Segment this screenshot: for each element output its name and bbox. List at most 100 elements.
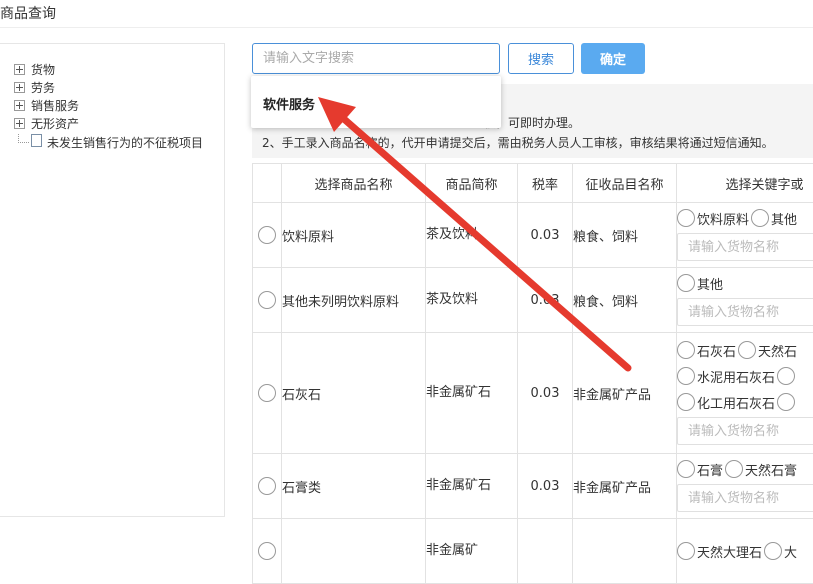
- confirm-button[interactable]: 确定: [581, 43, 645, 74]
- product-name: 其他未列明饮料原料: [282, 268, 426, 333]
- keyword-options: 饮料原料 其他: [677, 205, 813, 231]
- row-select-cell: [253, 454, 282, 519]
- keyword-input[interactable]: [677, 417, 813, 445]
- product-abbr: 非金属矿石: [426, 454, 518, 519]
- expand-icon[interactable]: [14, 64, 25, 75]
- product-name: 石灰石: [282, 333, 426, 454]
- product-name: [282, 519, 426, 584]
- col-header-rate: 税率: [518, 164, 573, 203]
- table-row[interactable]: 其他未列明饮料原料 茶及饮料 0.03 粮食、饲料 其他: [253, 268, 813, 333]
- keyword-radio[interactable]: [738, 341, 756, 359]
- expand-icon[interactable]: [14, 82, 25, 93]
- keyword-options: 天然大理石 大: [677, 538, 813, 564]
- tree-node-intangible[interactable]: 无形资产: [14, 115, 79, 132]
- tree-node-label: 货物: [31, 61, 55, 78]
- table-row[interactable]: 饮料原料 茶及饮料 0.03 粮食、饲料 饮料原料 其他: [253, 203, 813, 268]
- row-select-cell: [253, 203, 282, 268]
- keyword-radio[interactable]: [677, 274, 695, 292]
- title-divider: [0, 27, 813, 28]
- row-select-cell: [253, 333, 282, 454]
- keyword-cell: 其他: [677, 268, 813, 333]
- keyword-cell: 饮料原料 其他: [677, 203, 813, 268]
- tree-node-label: 销售服务: [31, 97, 79, 114]
- keyword-label: 大: [784, 542, 797, 561]
- row-select-cell: [253, 268, 282, 333]
- keyword-radio[interactable]: [677, 209, 695, 227]
- keyword-label: 其他: [697, 274, 723, 293]
- category-name: 粮食、饲料: [573, 268, 677, 333]
- keyword-radio[interactable]: [751, 209, 769, 227]
- keyword-input[interactable]: [677, 484, 813, 512]
- keyword-radio[interactable]: [777, 367, 795, 385]
- keyword-options: 水泥用石灰石: [677, 363, 813, 389]
- keyword-label: 天然石膏: [745, 460, 797, 479]
- keyword-radio[interactable]: [764, 542, 782, 560]
- product-abbr: 茶及饮料: [426, 268, 518, 333]
- table-row[interactable]: 石灰石 非金属矿石 0.03 非金属矿产品 石灰石 天然石 水泥用石灰石 化工用…: [253, 333, 813, 454]
- tax-rate: 0.03: [518, 454, 573, 519]
- product-abbr: 非金属矿石: [426, 333, 518, 454]
- keyword-cell: 天然大理石 大: [677, 519, 813, 584]
- keyword-radio[interactable]: [677, 367, 695, 385]
- search-button[interactable]: 搜索: [508, 43, 574, 74]
- suggestion-item[interactable]: 软件服务: [263, 94, 315, 113]
- row-radio[interactable]: [258, 477, 276, 495]
- row-radio[interactable]: [258, 226, 276, 244]
- tree-node-goods[interactable]: 货物: [14, 61, 55, 78]
- row-radio[interactable]: [258, 291, 276, 309]
- keyword-options: 石灰石 天然石: [677, 337, 813, 363]
- table-header-row: 选择商品名称 商品简称 税率 征收品目名称 选择关键字或: [253, 164, 813, 203]
- search-suggestion-dropdown: 软件服务: [251, 76, 501, 128]
- col-header-category: 征收品目名称: [573, 164, 677, 203]
- keyword-input[interactable]: [677, 298, 813, 326]
- notice-line-2: 2、手工录入商品名称的，代开申请提交后，需由税务人员人工审核，审核结果将通过短信…: [262, 134, 774, 151]
- keyword-radio[interactable]: [725, 460, 743, 478]
- tax-rate: [518, 519, 573, 584]
- keyword-cell: 石膏 天然石膏: [677, 454, 813, 519]
- keyword-input[interactable]: [677, 233, 813, 261]
- col-header-name: 选择商品名称: [282, 164, 426, 203]
- tree-node-labor[interactable]: 劳务: [14, 79, 55, 96]
- tree-connector: [18, 134, 29, 143]
- keyword-options: 其他: [677, 270, 813, 296]
- file-icon: [31, 134, 42, 147]
- row-radio[interactable]: [258, 384, 276, 402]
- col-header-abbr: 商品简称: [426, 164, 518, 203]
- tree-node-sales-service[interactable]: 销售服务: [14, 97, 79, 114]
- expand-icon[interactable]: [14, 118, 25, 129]
- search-input[interactable]: [252, 43, 500, 74]
- product-name: 石膏类: [282, 454, 426, 519]
- table-row[interactable]: 非金属矿 天然大理石 大: [253, 519, 813, 584]
- category-name: 非金属矿产品: [573, 333, 677, 454]
- tree-node-non-taxable[interactable]: 未发生销售行为的不征税项目: [18, 134, 203, 151]
- keyword-label: 其他: [771, 209, 797, 228]
- category-name: [573, 519, 677, 584]
- keyword-radio[interactable]: [777, 393, 795, 411]
- keyword-radio[interactable]: [677, 393, 695, 411]
- row-select-cell: [253, 519, 282, 584]
- keyword-label: 石膏: [697, 460, 723, 479]
- keyword-radio[interactable]: [677, 460, 695, 478]
- expand-icon[interactable]: [14, 100, 25, 111]
- table-row[interactable]: 石膏类 非金属矿石 0.03 非金属矿产品 石膏 天然石膏: [253, 454, 813, 519]
- category-tree: 货物 劳务 销售服务 无形资产 未发生销售行为的不征税项目: [0, 43, 225, 517]
- keyword-options: 化工用石灰石: [677, 389, 813, 415]
- product-table: 选择商品名称 商品简称 税率 征收品目名称 选择关键字或 饮料原料 茶及饮料 0…: [252, 163, 813, 584]
- tax-rate: 0.03: [518, 268, 573, 333]
- tax-rate: 0.03: [518, 333, 573, 454]
- keyword-options: 石膏 天然石膏: [677, 456, 813, 482]
- keyword-label: 天然石: [758, 341, 797, 360]
- keyword-radio[interactable]: [677, 542, 695, 560]
- product-abbr: 非金属矿: [426, 519, 518, 584]
- category-name: 非金属矿产品: [573, 454, 677, 519]
- tree-node-label: 劳务: [31, 79, 55, 96]
- keyword-radio[interactable]: [677, 341, 695, 359]
- category-name: 粮食、饲料: [573, 203, 677, 268]
- col-header-keyword: 选择关键字或: [677, 164, 813, 203]
- product-abbr: 茶及饮料: [426, 203, 518, 268]
- row-radio[interactable]: [258, 542, 276, 560]
- keyword-label: 化工用石灰石: [697, 393, 775, 412]
- page-title: 商品查询: [0, 3, 56, 23]
- tree-node-label: 无形资产: [31, 115, 79, 132]
- keyword-label: 石灰石: [697, 341, 736, 360]
